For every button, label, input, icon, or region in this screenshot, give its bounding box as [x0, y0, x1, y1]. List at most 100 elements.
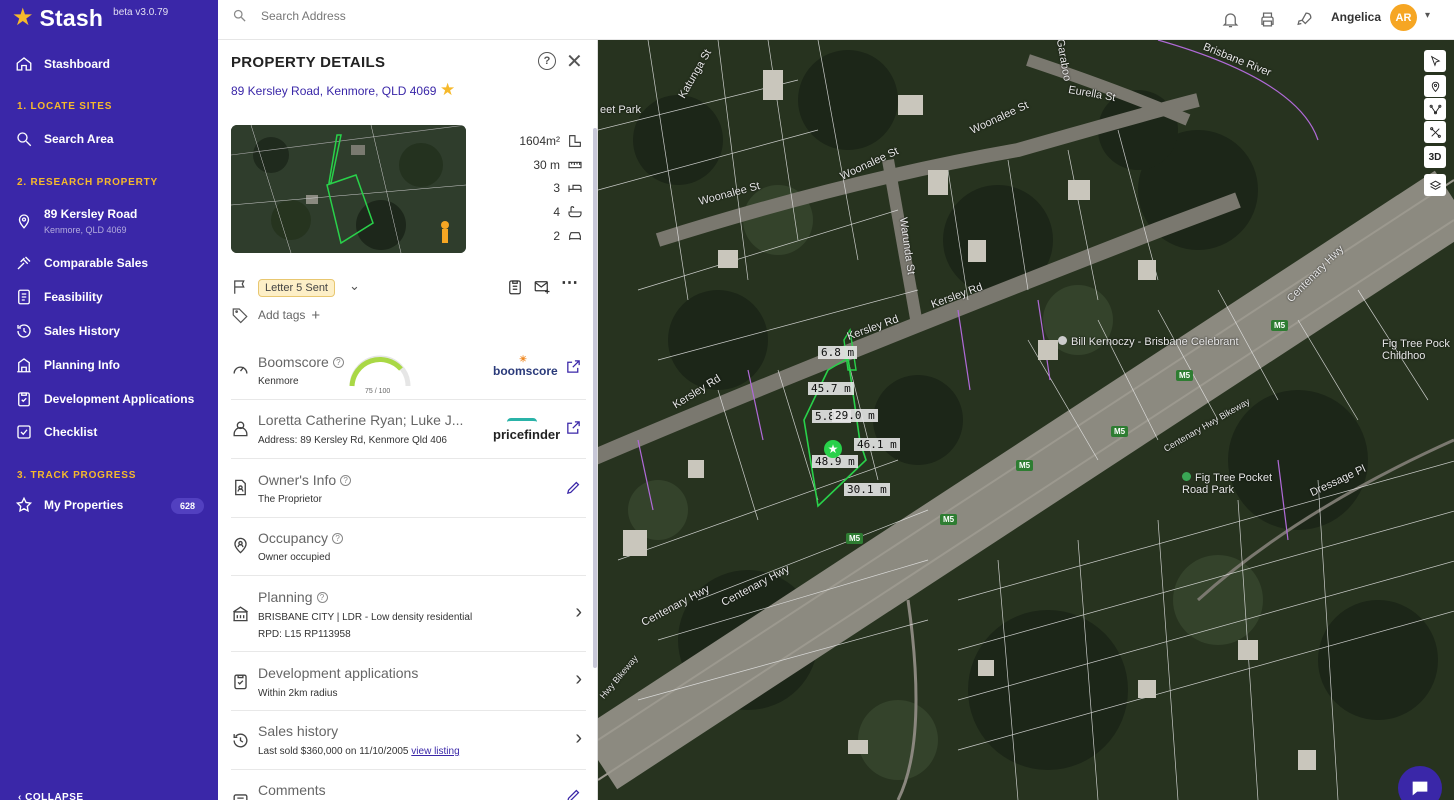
location-pin-icon [14, 211, 34, 231]
property-sub: Kenmore, QLD 4069 [44, 225, 127, 235]
view-listing-link[interactable]: view listing [411, 746, 459, 757]
rocket-icon[interactable] [1292, 7, 1316, 31]
card-title: Loretta Catherine Ryan; Luke J... [258, 412, 464, 428]
boomscore-card[interactable]: Boomscore? Kenmore 75 / 100 ☀ boomscore [231, 343, 586, 400]
edit-pencil-icon[interactable] [565, 787, 582, 800]
owners-card[interactable]: Loretta Catherine Ryan; Luke J... Addres… [231, 401, 586, 459]
location-pin-icon[interactable] [1424, 75, 1446, 97]
sidebar-item-stashboard[interactable]: Stashboard [0, 53, 218, 75]
ruler-icon [568, 161, 582, 169]
avatar[interactable]: AR [1390, 4, 1417, 31]
sidebar-item-my-properties[interactable]: My Properties 628 [0, 494, 218, 516]
help-icon[interactable]: ? [332, 357, 344, 368]
sidebar-item-property[interactable]: 89 Kersley Road Kenmore, QLD 4069 [0, 205, 218, 237]
pricefinder-logo[interactable]: pricefinder [493, 418, 560, 442]
clipboard-icon[interactable] [506, 278, 524, 301]
sidebar-item-planning-info[interactable]: Planning Info [0, 354, 218, 376]
chevron-right-icon[interactable]: › [575, 601, 582, 624]
card-subtitle: BRISBANE CITY | LDR - Low density reside… [258, 612, 473, 623]
flag-icon[interactable] [231, 278, 249, 301]
more-options-icon[interactable]: ⋯ [561, 273, 578, 293]
sidebar-item-label: Sales History [44, 324, 121, 338]
external-link-icon[interactable] [565, 419, 582, 441]
chevron-right-icon[interactable]: › [575, 668, 582, 691]
boomscore-logo[interactable]: ☀ boomscore [493, 354, 558, 378]
history-icon [14, 321, 34, 341]
highway-shield: M5 [1176, 370, 1194, 381]
mail-add-icon[interactable] [533, 278, 551, 301]
status-pill[interactable]: Letter 5 Sent [258, 279, 335, 297]
comments-card[interactable]: Comments [231, 771, 586, 800]
add-tags-button[interactable]: Add tags + [231, 306, 320, 324]
building-icon [14, 355, 34, 375]
help-icon[interactable]: ? [340, 475, 352, 486]
dimension-label: 30.1 m [844, 483, 890, 496]
poi-fig-tree-park[interactable]: Fig Tree Pocket Road Park [1182, 472, 1282, 496]
external-link-icon[interactable] [565, 358, 582, 380]
search-input[interactable] [261, 8, 561, 23]
property-address[interactable]: 89 Kersley Road, Kenmore, QLD 4069 [231, 84, 436, 98]
collapse-button[interactable]: ‹ COLLAPSE [18, 792, 84, 800]
highway-shield: M5 [1111, 426, 1129, 437]
help-icon[interactable]: ? [316, 592, 328, 603]
sidebar-item-sales-history[interactable]: Sales History [0, 320, 218, 342]
add-tags-label: Add tags [258, 308, 306, 322]
brand[interactable]: ★ Stash beta v3.0.79 [0, 0, 218, 36]
card-title: Development applications [258, 665, 419, 681]
sidebar-item-search-area[interactable]: Search Area [0, 128, 218, 150]
sidebar-item-label: Stashboard [44, 57, 111, 71]
sidebar-item-checklist[interactable]: Checklist [0, 421, 218, 443]
pointer-tool-icon[interactable] [1424, 50, 1446, 72]
clipboard-icon [14, 389, 34, 409]
3d-toggle-button[interactable]: 3D [1424, 146, 1446, 168]
dimension-label: 46.1 m [854, 438, 900, 451]
development-applications-card[interactable]: Development applications Within 2km radi… [231, 653, 586, 711]
card-subtitle: Kenmore [258, 376, 299, 387]
sidebar-item-development-applications[interactable]: Development Applications [0, 388, 218, 410]
printer-icon[interactable] [1255, 7, 1279, 31]
sidebar-item-label: Search Area [44, 132, 114, 146]
panel-scrollbar[interactable] [593, 128, 597, 668]
property-details-panel: PROPERTY DETAILS ? ✕ 89 Kersley Road, Ke… [218, 40, 598, 800]
bath-icon [568, 206, 582, 218]
location-person-icon [231, 536, 250, 560]
poi-fig-tree-childhood[interactable]: Fig Tree Pock Childhoo [1382, 338, 1454, 362]
poi-kernoczy[interactable]: Bill Kernoczy - Brisbane Celebrant [1058, 336, 1239, 348]
sidebar-item-feasibility[interactable]: Feasibility [0, 286, 218, 308]
car-spaces-stat: 2 [490, 228, 584, 244]
layers-icon[interactable] [1424, 174, 1446, 196]
favorite-star-icon[interactable]: ★ [440, 80, 455, 100]
property-marker-icon[interactable]: ★ [824, 440, 842, 458]
boomscore-score: 75 / 100 [365, 388, 391, 395]
land-area-icon [569, 135, 581, 147]
close-icon[interactable]: ✕ [566, 49, 583, 74]
owners-info-card[interactable]: Owner's Info? The Proprietor [231, 460, 586, 518]
measure-line-icon[interactable] [1424, 98, 1446, 120]
chevron-down-icon[interactable]: ⌄ [349, 278, 360, 294]
gavel-icon [14, 253, 34, 273]
poi-marker-icon [1058, 336, 1067, 345]
notifications-bell-icon[interactable] [1218, 7, 1242, 31]
sales-history-card[interactable]: Sales history Last sold $360,000 on 11/1… [231, 712, 586, 770]
car-icon [569, 232, 581, 240]
help-icon[interactable]: ? [332, 533, 344, 544]
star-icon [14, 495, 34, 515]
card-title: Occupancy? [258, 530, 344, 546]
measure-area-icon[interactable] [1424, 121, 1446, 143]
edit-pencil-icon[interactable] [565, 479, 582, 501]
section-title-research: 2. RESEARCH PROPERTY [17, 177, 159, 188]
road-label: eet Park [600, 104, 641, 116]
occupancy-card[interactable]: Occupancy? Owner occupied [231, 519, 586, 576]
building-icon [231, 604, 250, 628]
gauge-icon [231, 360, 250, 384]
chevron-down-icon[interactable]: ▾ [1425, 10, 1430, 21]
sidebar-item-comparable-sales[interactable]: Comparable Sales [0, 252, 218, 274]
sidebar-item-label: Comparable Sales [44, 256, 149, 270]
username[interactable]: Angelica [1331, 10, 1381, 24]
property-thumbnail[interactable] [231, 125, 466, 253]
map-view[interactable]: 3D Katunga St Garaboo Eurella St Brisban… [598, 40, 1454, 800]
chevron-right-icon[interactable]: › [575, 727, 582, 750]
planning-card[interactable]: Planning? BRISBANE CITY | LDR - Low dens… [231, 577, 586, 652]
satellite-map[interactable] [598, 40, 1454, 800]
help-icon[interactable]: ? [538, 52, 556, 70]
